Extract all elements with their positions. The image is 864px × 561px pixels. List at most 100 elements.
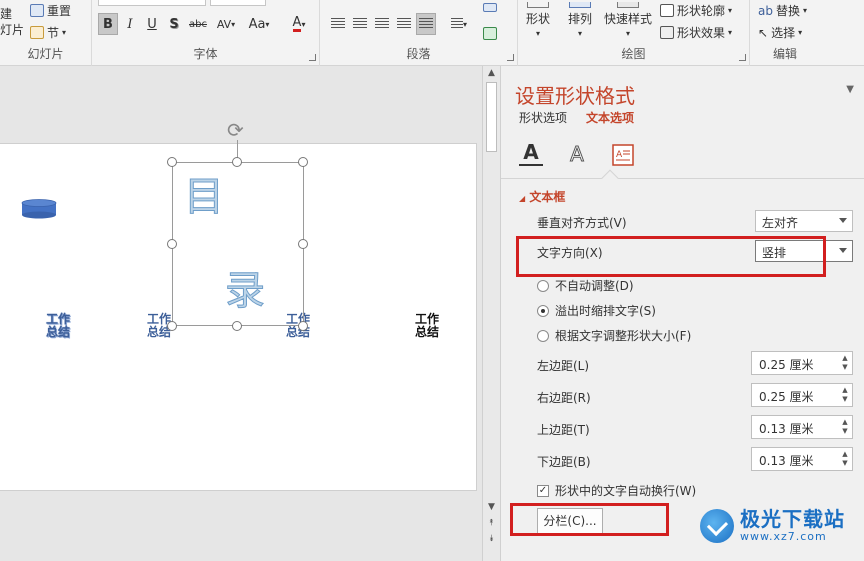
work-summary-text-1[interactable]: 工作 总结 <box>43 313 73 339</box>
arrange-button[interactable]: 排列 ▾ <box>568 2 592 38</box>
font-name-combo[interactable] <box>98 0 206 6</box>
section-button[interactable]: 节 ▾ <box>30 24 66 41</box>
format-shape-pane: 设置形状格式 ▼ 形状选项 文本选项 A A A ◢ 文本框 垂直对齐方式(V)… <box>500 66 864 561</box>
rotate-handle-icon[interactable]: ⟳ <box>227 118 244 142</box>
resize-handle-left[interactable] <box>167 239 177 249</box>
wrap-text-checkbox[interactable]: ✓ <box>537 484 549 497</box>
resize-handle-top-left[interactable] <box>167 157 177 167</box>
smartart-button[interactable] <box>480 22 500 44</box>
right-margin-spinner[interactable]: 0.25 厘米 ▲ ▼ <box>751 383 853 407</box>
scrollbar-thumb[interactable] <box>486 82 497 152</box>
resize-handle-top-right[interactable] <box>298 157 308 167</box>
chevron-down-icon: ▾ <box>301 19 306 29</box>
radio-shrink-circle[interactable] <box>537 304 549 317</box>
shapes-icon <box>527 2 549 8</box>
text-fill-outline-icon[interactable]: A <box>519 140 543 166</box>
spinner-arrows-icon[interactable]: ▲ ▼ <box>840 386 850 404</box>
radio-shrink-on-overflow[interactable]: 溢出时缩排文字(S) <box>537 302 656 319</box>
change-case-button[interactable]: Aa ▾ <box>244 13 274 35</box>
radio-no-autofit-circle[interactable] <box>537 279 549 292</box>
left-margin-spinner[interactable]: 0.25 厘米 ▲ ▼ <box>751 351 853 375</box>
section-textbox-header[interactable]: ◢ 文本框 <box>519 188 565 205</box>
shadow-button[interactable]: S <box>164 13 184 35</box>
text-effects-icon[interactable]: A <box>565 140 589 167</box>
pane-options-icon[interactable]: ▼ <box>846 84 854 95</box>
align-center-button[interactable] <box>350 13 370 35</box>
radio-no-autofit[interactable]: 不自动调整(D) <box>537 277 634 294</box>
section-textbox-label: 文本框 <box>529 190 566 204</box>
shapes-label: 形状 <box>526 12 551 26</box>
textbox-glyph-bottom: 录 <box>225 268 266 315</box>
chevron-down-icon: ▾ <box>578 29 583 38</box>
radio-no-autofit-label: 不自动调整(D) <box>555 279 634 293</box>
bottom-margin-spinner[interactable]: 0.13 厘米 ▲ ▼ <box>751 447 853 471</box>
work-summary-line2: 总结 <box>45 325 70 339</box>
wrap-text-checkbox-row[interactable]: ✓ 形状中的文字自动换行(W) <box>537 482 696 499</box>
chevron-down-icon: ▾ <box>803 6 808 15</box>
paragraph-dialog-launcher[interactable] <box>507 54 514 61</box>
char-spacing-button[interactable]: AV ▾ <box>212 13 240 35</box>
resize-handle-top[interactable] <box>232 157 242 167</box>
italic-button[interactable]: I <box>120 13 140 35</box>
next-slide-icon[interactable]: ⯯ <box>483 534 500 544</box>
group-label-editing: 编辑 <box>772 47 797 61</box>
effects-icon <box>660 26 674 39</box>
bottom-margin-value: 0.13 厘米 <box>759 454 814 468</box>
distributed-button[interactable] <box>416 13 436 35</box>
text-direction-ribbon-button[interactable] <box>480 0 500 14</box>
resize-handle-right[interactable] <box>298 239 308 249</box>
chevron-down-icon: ▾ <box>728 6 733 15</box>
font-color-label: A <box>292 15 302 32</box>
shape-effects-button[interactable]: 形状效果 ▾ <box>660 24 732 41</box>
strikethrough-button[interactable]: abc <box>186 13 210 35</box>
radio-resize-shape[interactable]: 根据文字调整形状大小(F) <box>537 327 691 344</box>
spinner-arrows-icon[interactable]: ▲ ▼ <box>840 418 850 436</box>
resize-handle-bottom-left[interactable] <box>167 321 177 331</box>
bold-button[interactable]: B <box>98 13 118 35</box>
reset-button[interactable]: 重置 <box>30 2 71 19</box>
scroll-up-icon[interactable]: ▲ <box>483 68 500 78</box>
watermark-url: www.xz7.com <box>740 530 827 543</box>
prev-slide-icon[interactable]: ⯭ <box>483 518 500 528</box>
resize-handle-bottom-right[interactable] <box>298 321 308 331</box>
radio-shrink-label: 溢出时缩排文字(S) <box>555 304 656 318</box>
quick-styles-button[interactable]: 快速样式 ▾ <box>604 2 652 38</box>
left-margin-label: 左边距(L) <box>537 359 590 373</box>
align-left-button[interactable] <box>328 13 348 35</box>
new-slide-label-top: 建 <box>0 7 13 21</box>
cylinder-shape[interactable] <box>21 199 57 219</box>
top-margin-spinner[interactable]: 0.13 厘米 ▲ ▼ <box>751 415 853 439</box>
align-right-button[interactable] <box>372 13 392 35</box>
replace-button[interactable]: ab 替换 ▾ <box>758 2 807 19</box>
pane-subtabs: A A A <box>519 140 635 167</box>
font-size-combo[interactable] <box>210 0 266 6</box>
scroll-down-icon[interactable]: ▼ <box>483 502 500 512</box>
valign-dropdown[interactable]: 左对齐 <box>755 210 853 232</box>
font-color-button[interactable]: A ▾ <box>286 13 312 35</box>
smartart-icon <box>483 26 497 40</box>
shapes-button[interactable]: 形状 ▾ <box>526 2 550 38</box>
shape-outline-label: 形状轮廓 <box>677 4 726 18</box>
textbox-icon[interactable]: A <box>611 140 635 166</box>
chevron-down-icon: ▾ <box>462 19 467 29</box>
underline-button[interactable]: U <box>142 13 162 35</box>
font-dialog-launcher[interactable] <box>309 54 316 61</box>
columns-ribbon-button[interactable]: ▾ <box>446 13 472 35</box>
char-spacing-label: AV <box>216 17 232 31</box>
select-button[interactable]: ↖ 选择 ▾ <box>758 24 802 41</box>
select-label: 选择 <box>771 26 796 40</box>
resize-handle-bottom[interactable] <box>232 321 242 331</box>
justify-button[interactable] <box>394 13 414 35</box>
new-slide-label-bottom: 灯片 <box>0 23 25 37</box>
work-summary-text-4[interactable]: 工作 总结 <box>412 313 442 339</box>
tab-text-options[interactable]: 文本选项 <box>586 109 634 126</box>
radio-resize-circle[interactable] <box>537 329 549 342</box>
spinner-arrows-icon[interactable]: ▲ ▼ <box>840 450 850 468</box>
new-slide-button[interactable]: 建 灯片 <box>0 8 24 36</box>
shape-outline-button[interactable]: 形状轮廓 ▾ <box>660 2 732 19</box>
spinner-arrows-icon[interactable]: ▲ ▼ <box>840 354 850 372</box>
tab-shape-options[interactable]: 形状选项 <box>519 109 567 126</box>
slide-vertical-scrollbar[interactable]: ▲ ▼ ⯭ ⯯ <box>482 66 500 561</box>
drawing-dialog-launcher[interactable] <box>739 54 746 61</box>
section-label: 节 <box>47 26 60 40</box>
